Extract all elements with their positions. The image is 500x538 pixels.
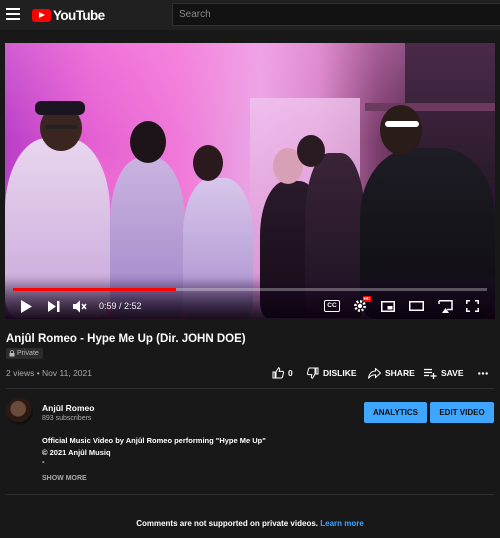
upload-date: Nov 11, 2021 xyxy=(42,368,92,378)
comments-disabled-notice: Comments are not supported on private vi… xyxy=(0,519,500,528)
channel-avatar[interactable] xyxy=(6,398,33,425)
logo-text: YouTube xyxy=(53,7,105,23)
save-label: SAVE xyxy=(441,368,464,378)
theater-mode-icon[interactable] xyxy=(407,297,425,315)
share-icon xyxy=(368,367,381,379)
share-label: SHARE xyxy=(385,368,415,378)
settings-icon[interactable]: HD xyxy=(351,296,371,315)
thumbs-up-icon xyxy=(272,367,284,379)
lock-icon xyxy=(9,350,15,357)
channel-name[interactable]: Anjûl Romeo xyxy=(42,403,94,413)
privacy-badge: Private xyxy=(6,348,43,359)
mute-icon[interactable] xyxy=(71,297,89,315)
divider xyxy=(6,494,494,495)
time-total: 2:52 xyxy=(124,301,142,311)
time-current: 0:59 xyxy=(99,301,117,311)
video-meta: 2 views • Nov 11, 2021 xyxy=(6,368,92,378)
video-player[interactable]: 0:59 / 2:52 CC HD xyxy=(5,43,495,319)
divider xyxy=(6,388,494,389)
progress-bar[interactable] xyxy=(13,288,487,291)
subscriber-count: 893 subscribers xyxy=(42,415,92,422)
menu-icon[interactable] xyxy=(6,8,20,20)
hd-badge: HD xyxy=(362,296,371,302)
learn-more-link[interactable]: Learn more xyxy=(320,519,364,528)
time-display: 0:59 / 2:52 xyxy=(99,301,142,311)
fullscreen-icon[interactable] xyxy=(463,297,481,315)
comments-note-text: Comments are not supported on private vi… xyxy=(136,519,318,528)
share-button[interactable]: SHARE xyxy=(368,364,415,382)
playlist-add-icon xyxy=(424,368,437,379)
description-line: Official Music Video by Anjûl Romeo perf… xyxy=(42,436,266,445)
next-icon[interactable] xyxy=(45,297,63,315)
privacy-label: Private xyxy=(17,350,39,357)
edit-video-button[interactable]: EDIT VIDEO xyxy=(430,402,494,423)
more-actions-icon[interactable] xyxy=(478,364,488,382)
top-bar: YouTube Search xyxy=(0,0,500,30)
youtube-logo[interactable]: YouTube xyxy=(32,7,105,23)
dislike-button[interactable]: DISLIKE xyxy=(307,364,357,382)
dislike-label: DISLIKE xyxy=(323,368,357,378)
captions-icon[interactable]: CC xyxy=(323,297,341,315)
search-input[interactable]: Search xyxy=(172,3,500,26)
save-button[interactable]: SAVE xyxy=(424,364,464,382)
youtube-play-icon xyxy=(32,8,51,22)
video-title: Anjûl Romeo - Hype Me Up (Dir. JOHN DOE) xyxy=(6,333,246,345)
like-count: 0 xyxy=(288,368,293,378)
analytics-button[interactable]: ANALYTICS xyxy=(364,402,427,423)
description-line: © 2021 Anjûl Musiq xyxy=(42,448,111,457)
player-controls: 0:59 / 2:52 CC HD xyxy=(5,295,495,317)
description-line: - xyxy=(42,457,45,466)
progress-played xyxy=(13,288,176,291)
show-more-button[interactable]: SHOW MORE xyxy=(42,475,87,482)
view-count: 2 views xyxy=(6,368,35,378)
video-frame xyxy=(5,43,495,319)
miniplayer-icon[interactable] xyxy=(379,297,397,315)
like-button[interactable]: 0 xyxy=(272,364,293,382)
play-icon[interactable] xyxy=(17,297,35,315)
cast-icon[interactable] xyxy=(436,297,454,315)
thumbs-down-icon xyxy=(307,367,319,379)
